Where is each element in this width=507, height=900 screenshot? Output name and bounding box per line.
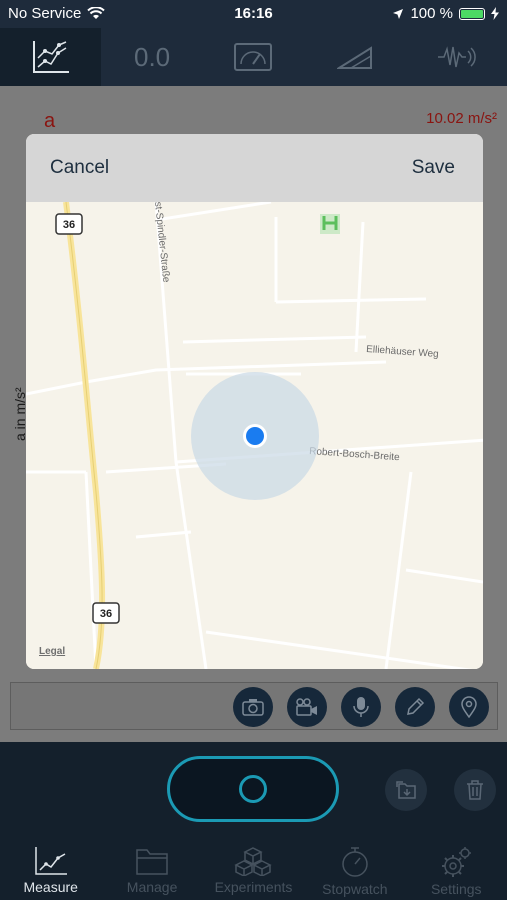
bottom-tab-bar: Measure Manage Experiments Stopwatch Set… [0, 842, 507, 900]
measure-graph-icon [34, 847, 67, 875]
cubes-icon [234, 847, 273, 876]
battery-icon [459, 7, 485, 20]
map-view[interactable]: st-Spindler-Straße Elliehäuser Weg Rober… [26, 200, 483, 669]
note-toolbar [10, 682, 498, 730]
route-shield-top-text: 36 [63, 219, 75, 231]
gears-icon [442, 847, 472, 877]
tab-manage[interactable]: Manage [101, 842, 202, 900]
microphone-icon [353, 697, 369, 717]
tab-settings-label: Settings [430, 881, 482, 897]
tab-manage-label: Manage [126, 879, 178, 895]
tab-experiments-label: Experiments [214, 879, 293, 895]
camera-icon [242, 699, 264, 716]
tab-acoustic[interactable] [406, 28, 507, 86]
route-shield-bottom-text: 36 [100, 608, 112, 620]
export-folder-icon [396, 781, 416, 799]
instrument-tabs: 0.0 [0, 28, 507, 86]
user-location-dot-core [246, 427, 264, 445]
modal-header: Cancel Save [26, 134, 483, 202]
route-shield-top: 36 [55, 213, 83, 235]
map-canvas[interactable]: st-Spindler-Straße Elliehäuser Weg Rober… [26, 200, 483, 669]
status-right: 100 % [392, 5, 499, 22]
gauge-icon [234, 43, 273, 71]
digital-value-text: 0.0 [134, 41, 171, 72]
tab-experiments[interactable]: Experiments [203, 842, 304, 900]
street-label-2: Elliehäuser Weg [366, 344, 439, 360]
incline-icon [336, 46, 372, 69]
location-arrow-icon [393, 8, 404, 19]
location-pin-icon [461, 696, 477, 718]
sound-wave-icon [438, 46, 477, 68]
status-bar: No Service 16:16 100 % [0, 0, 507, 28]
save-button[interactable]: Save [412, 157, 455, 179]
battery-fill [461, 9, 483, 18]
video-camera-icon [296, 698, 317, 716]
plot-quantity-label: a [44, 110, 56, 132]
location-modal: Cancel Save st-Spindler-Straße Elliehäus… [26, 134, 483, 669]
pencil-icon [407, 697, 425, 715]
delete-button[interactable] [454, 769, 496, 811]
stopwatch-icon [342, 847, 368, 877]
record-ring-icon [239, 775, 267, 803]
tab-stopwatch[interactable]: Stopwatch [304, 842, 405, 900]
highway-36 [63, 201, 106, 669]
tab-graph[interactable] [0, 28, 102, 86]
tab-settings[interactable]: Settings [406, 842, 507, 900]
tab-measure[interactable]: Measure [0, 842, 101, 900]
add-video-button[interactable] [287, 687, 327, 727]
cancel-button[interactable]: Cancel [50, 157, 109, 179]
battery-percent: 100 % [410, 5, 453, 22]
add-photo-button[interactable] [233, 687, 273, 727]
record-button[interactable] [167, 756, 339, 822]
folder-icon [136, 849, 168, 875]
street-label-1: st-Spindler-Straße [152, 202, 171, 283]
tab-gauge[interactable] [203, 28, 304, 86]
export-button[interactable] [385, 769, 427, 811]
add-audio-button[interactable] [341, 687, 381, 727]
tab-ramp[interactable] [304, 28, 405, 86]
tab-measure-label: Measure [23, 879, 78, 895]
line-graph-icon [32, 41, 69, 73]
trash-icon [467, 780, 483, 800]
plot-current-value: 10.02 m/s² [426, 110, 497, 127]
street-label-3: Robert-Bosch-Breite [309, 446, 401, 463]
charging-bolt-icon [491, 7, 499, 20]
recording-controls [0, 742, 507, 842]
route-shield-bottom: 36 [92, 602, 120, 624]
add-text-note-button[interactable] [395, 687, 435, 727]
tab-stopwatch-label: Stopwatch [322, 881, 388, 897]
legal-link[interactable]: Legal [39, 646, 65, 657]
add-location-button[interactable] [449, 687, 489, 727]
tab-digital-value[interactable]: 0.0 [101, 28, 202, 86]
